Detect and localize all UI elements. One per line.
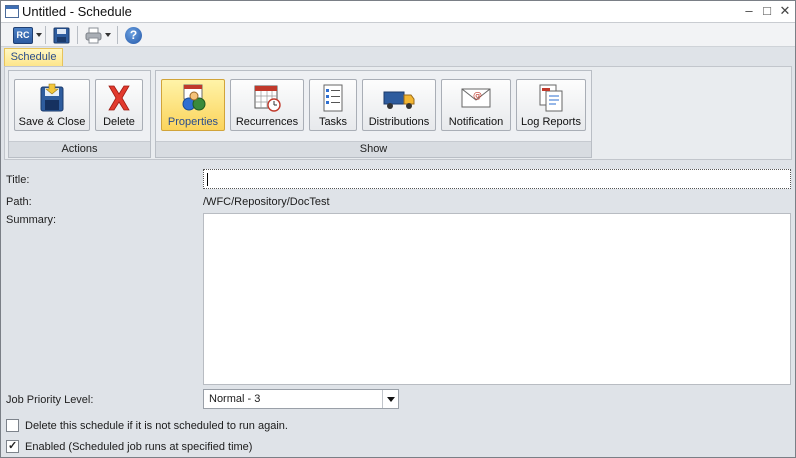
log-report-icon	[534, 83, 568, 113]
schedule-window: Untitled - Schedule – □ ✕ RC ? Schedule …	[0, 0, 796, 458]
toolbar-divider	[117, 26, 118, 44]
delete-button[interactable]: Delete	[95, 79, 143, 131]
notification-button[interactable]: @ Notification	[441, 79, 511, 131]
show-group: Properties Recurrences Tasks Distributio…	[155, 70, 592, 158]
window-title: Untitled - Schedule	[22, 4, 132, 19]
show-group-label: Show	[156, 141, 591, 157]
properties-button[interactable]: Properties	[161, 79, 225, 131]
save-close-button[interactable]: Save & Close	[14, 79, 90, 131]
help-icon: ?	[125, 26, 142, 44]
print-icon	[85, 27, 102, 43]
save-close-icon	[35, 83, 69, 113]
ribbon: Save & Close Delete Actions Properties R…	[4, 66, 792, 160]
save-button[interactable]	[53, 25, 70, 45]
text-caret	[207, 173, 208, 186]
enabled-checkbox[interactable]	[6, 439, 19, 453]
close-button[interactable]: ✕	[777, 3, 793, 19]
chevron-down-icon	[36, 33, 42, 37]
actions-group: Save & Close Delete Actions	[8, 70, 151, 158]
toolbar-divider	[77, 26, 78, 44]
priority-select[interactable]: Normal - 3	[203, 389, 399, 409]
delete-if-not-scheduled-option[interactable]: Delete this schedule if it is not schedu…	[6, 419, 288, 432]
actions-group-label: Actions	[9, 141, 150, 157]
properties-label: Properties	[167, 116, 219, 128]
print-menu-button[interactable]	[85, 25, 111, 45]
chevron-down-icon[interactable]	[382, 390, 398, 408]
quick-access-toolbar: RC ?	[1, 23, 795, 47]
help-button[interactable]: ?	[125, 25, 142, 45]
notification-label: Notification	[448, 116, 504, 128]
ribbon-tabs: Schedule	[1, 48, 795, 66]
tasks-icon	[316, 83, 350, 113]
truck-icon	[382, 83, 416, 113]
title-label: Title:	[6, 174, 30, 186]
tab-schedule[interactable]: Schedule	[4, 48, 63, 66]
delete-label: Delete	[103, 116, 135, 128]
enabled-label: Enabled (Scheduled job runs at specified…	[25, 440, 253, 453]
svg-text:@: @	[473, 91, 482, 101]
mail-icon: @	[459, 83, 493, 113]
save-icon	[53, 27, 70, 43]
delete-if-not-scheduled-label: Delete this schedule if it is not schedu…	[25, 419, 288, 432]
path-value: /WFC/Repository/DocTest	[203, 196, 330, 208]
delete-if-not-scheduled-checkbox[interactable]	[6, 419, 19, 432]
chevron-down-icon	[105, 33, 111, 37]
properties-icon	[176, 83, 210, 113]
calendar-icon	[250, 83, 284, 113]
priority-label: Job Priority Level:	[6, 394, 94, 406]
summary-textarea[interactable]	[203, 213, 791, 385]
summary-label: Summary:	[6, 214, 57, 226]
distributions-button[interactable]: Distributions	[362, 79, 436, 131]
tasks-label: Tasks	[318, 116, 348, 128]
path-label: Path:	[6, 196, 32, 208]
report-caster-menu-button[interactable]: RC	[13, 25, 42, 45]
recurrences-button[interactable]: Recurrences	[230, 79, 304, 131]
maximize-button[interactable]: □	[759, 3, 775, 19]
delete-icon	[102, 83, 136, 113]
window-icon	[5, 5, 19, 18]
log-reports-label: Log Reports	[521, 116, 581, 128]
log-reports-button[interactable]: Log Reports	[516, 79, 586, 131]
recurrences-label: Recurrences	[235, 116, 299, 128]
minimize-button[interactable]: –	[741, 3, 757, 19]
tasks-button[interactable]: Tasks	[309, 79, 357, 131]
enabled-option[interactable]: Enabled (Scheduled job runs at specified…	[6, 439, 253, 453]
save-close-label: Save & Close	[18, 116, 86, 128]
title-input[interactable]	[203, 169, 791, 189]
distributions-label: Distributions	[368, 116, 430, 128]
report-caster-icon: RC	[13, 26, 33, 44]
toolbar-divider	[45, 26, 46, 44]
priority-selected-value: Normal - 3	[209, 393, 261, 405]
schedule-form: Title: Path: /WFC/Repository/DocTest Sum…	[1, 161, 795, 457]
title-bar: Untitled - Schedule – □ ✕	[1, 1, 795, 23]
